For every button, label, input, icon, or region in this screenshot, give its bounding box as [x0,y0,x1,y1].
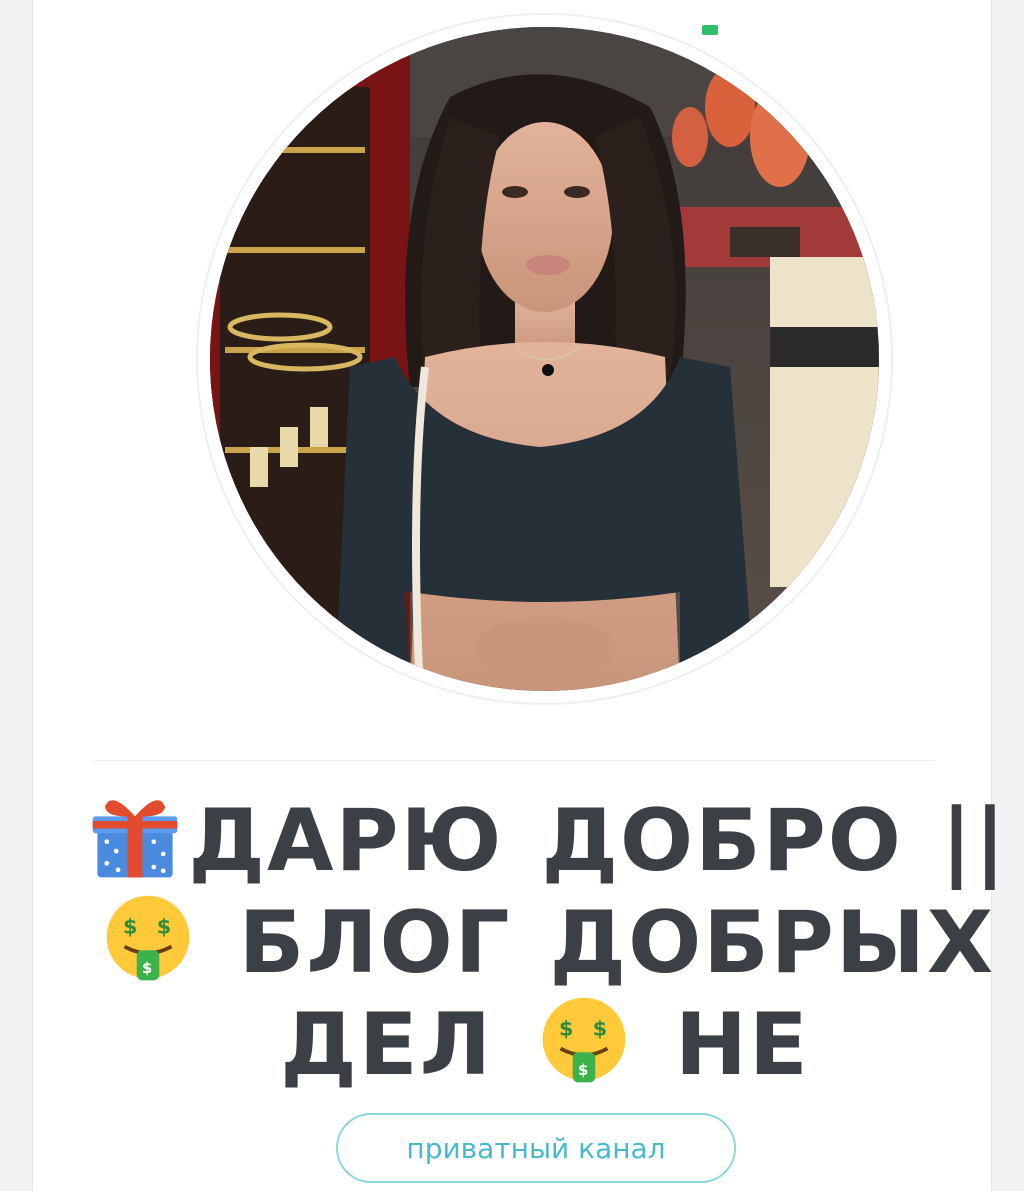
svg-text:$: $ [142,959,154,977]
avatar-photo [210,27,879,691]
channel-title: ДАРЮ ДОБРО || $ $ $ БЛОГ ДОБРЫХ ДЕЛ $ $ … [73,790,1017,1096]
channel-title-line-1: ДАРЮ ДОБРО || [73,790,1017,892]
svg-text:$: $ [157,914,173,938]
title-text-3b: НЕ [674,995,810,1095]
title-text-2: БЛОГ ДОБРЫХ [238,893,996,993]
online-indicator [702,25,718,35]
private-channel-badge[interactable]: приватный канал [336,1113,736,1183]
divider [93,760,935,761]
channel-card: ДАРЮ ДОБРО || $ $ $ БЛОГ ДОБРЫХ ДЕЛ $ $ … [32,0,1006,1191]
channel-title-line-3: ДЕЛ $ $ $ НЕ [73,994,1017,1096]
svg-text:$: $ [123,914,139,938]
money-mouth-face-icon: $ $ $ [106,895,190,981]
title-text-3a: ДЕЛ [280,995,494,1095]
private-channel-label: приватный канал [406,1131,666,1165]
channel-title-line-2: $ $ $ БЛОГ ДОБРЫХ [73,892,1017,994]
gift-icon [93,800,178,878]
avatar-ring [198,15,891,703]
money-mouth-face-icon: $ $ $ [542,997,626,1083]
svg-text:$: $ [593,1016,609,1040]
svg-text:$: $ [578,1061,590,1079]
title-text-1: ДАРЮ ДОБРО || [188,791,1008,891]
svg-text:$: $ [559,1016,575,1040]
avatar[interactable] [210,27,879,691]
